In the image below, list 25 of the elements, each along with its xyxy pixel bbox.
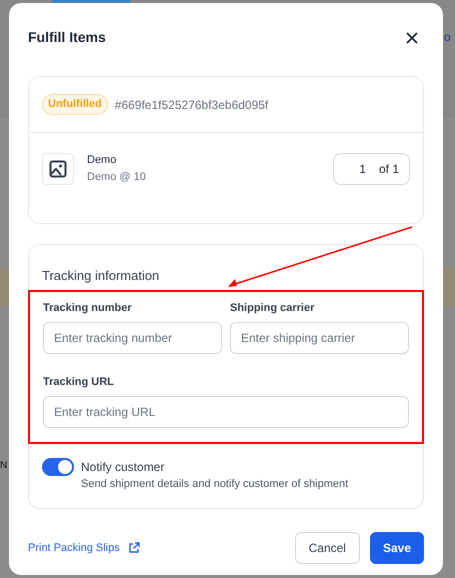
image-placeholder-icon xyxy=(42,152,74,184)
background-text: o xyxy=(444,29,451,46)
input-field[interactable]: Enter shipping carrier xyxy=(230,322,409,354)
print-link[interactable]: Print Packing Slips xyxy=(28,540,120,556)
quantity-field[interactable]: 1 of 1 xyxy=(333,152,410,184)
item-variant: Demo @ 10 xyxy=(87,170,146,184)
item-name: Demo xyxy=(87,153,118,168)
input-field[interactable]: Enter tracking URL xyxy=(43,396,409,428)
close-icon[interactable] xyxy=(406,32,418,44)
toggle-description: Send shipment details and notify customer of shipment xyxy=(81,477,348,492)
cancel-button[interactable]: Cancel xyxy=(294,532,360,564)
quantity-total: of 1 xyxy=(378,160,399,178)
field-label: Tracking URL xyxy=(43,375,115,390)
external-link-icon[interactable] xyxy=(128,542,140,554)
save-button[interactable]: Save xyxy=(370,532,424,564)
input-field[interactable]: Enter tracking number xyxy=(43,322,222,354)
background-text: N xyxy=(0,459,8,473)
status-badge: Unfulfilled xyxy=(42,94,108,115)
dialog-title: Fulfill Items xyxy=(28,28,106,47)
field-label: Shipping carrier xyxy=(230,301,316,316)
order-id: #669fe1f525276bf3eb6d095f xyxy=(114,96,268,114)
toggle-label: Notify customer xyxy=(81,459,166,476)
field-label: Tracking number xyxy=(43,301,133,316)
toggle-switch[interactable] xyxy=(42,458,74,476)
section-heading: Tracking information xyxy=(42,267,160,285)
